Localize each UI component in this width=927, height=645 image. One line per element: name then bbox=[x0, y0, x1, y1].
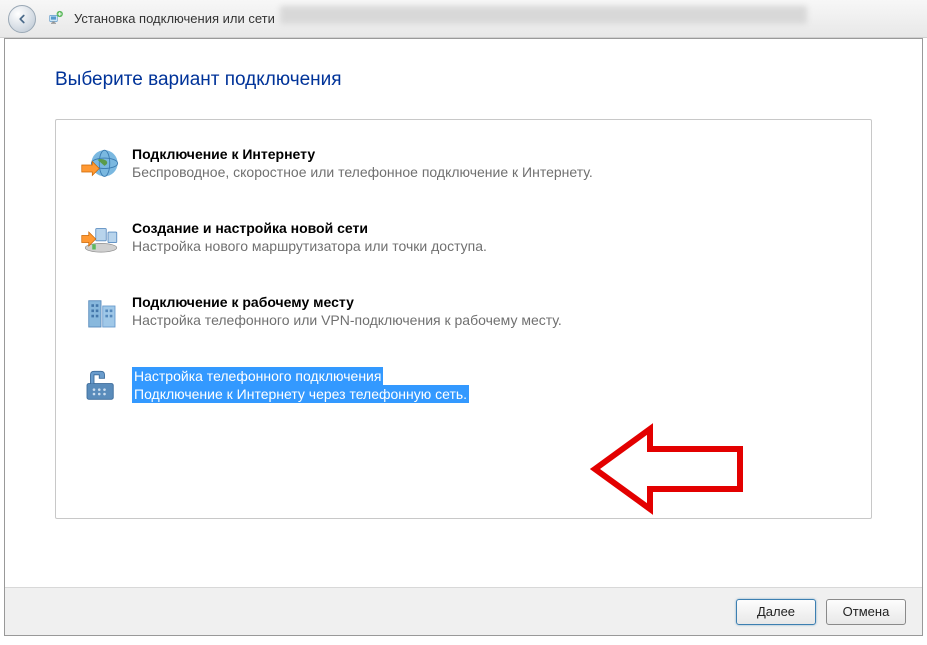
wizard-content: Выберите вариант подключения Подключение… bbox=[5, 39, 922, 539]
cancel-button[interactable]: Отмена bbox=[826, 599, 906, 625]
option-setup-network[interactable]: Создание и настройка новой сети Настройк… bbox=[76, 212, 851, 266]
network-wizard-icon bbox=[46, 9, 66, 29]
blurred-background bbox=[280, 6, 807, 24]
option-desc: Подключение к Интернету через телефонную… bbox=[132, 385, 469, 403]
option-connect-workplace[interactable]: Подключение к рабочему месту Настройка т… bbox=[76, 286, 851, 340]
back-button[interactable] bbox=[8, 5, 36, 33]
option-title: Создание и настройка новой сети bbox=[132, 220, 487, 236]
option-desc: Настройка нового маршрутизатора или точк… bbox=[132, 238, 487, 254]
option-desc: Настройка телефонного или VPN-подключени… bbox=[132, 312, 562, 328]
wizard-body: Выберите вариант подключения Подключение… bbox=[4, 38, 923, 636]
back-arrow-icon bbox=[15, 12, 29, 26]
option-connect-internet[interactable]: Подключение к Интернету Беспроводное, ск… bbox=[76, 138, 851, 192]
option-title: Настройка телефонного подключения bbox=[132, 367, 383, 385]
option-dialup-setup[interactable]: Настройка телефонного подключения Подклю… bbox=[76, 360, 851, 414]
buildings-icon bbox=[80, 292, 122, 334]
wizard-heading: Выберите вариант подключения bbox=[55, 69, 872, 91]
window-title: Установка подключения или сети bbox=[74, 11, 275, 26]
option-desc: Беспроводное, скоростное или телефонное … bbox=[132, 164, 593, 180]
next-button[interactable]: Далее bbox=[736, 599, 816, 625]
globe-icon bbox=[80, 144, 122, 186]
wizard-button-bar: Далее Отмена bbox=[5, 587, 922, 635]
option-title: Подключение к Интернету bbox=[132, 146, 593, 162]
option-title: Подключение к рабочему месту bbox=[132, 294, 562, 310]
phone-modem-icon bbox=[80, 366, 122, 408]
router-icon bbox=[80, 218, 122, 260]
connection-options-list: Подключение к Интернету Беспроводное, ск… bbox=[55, 119, 872, 519]
